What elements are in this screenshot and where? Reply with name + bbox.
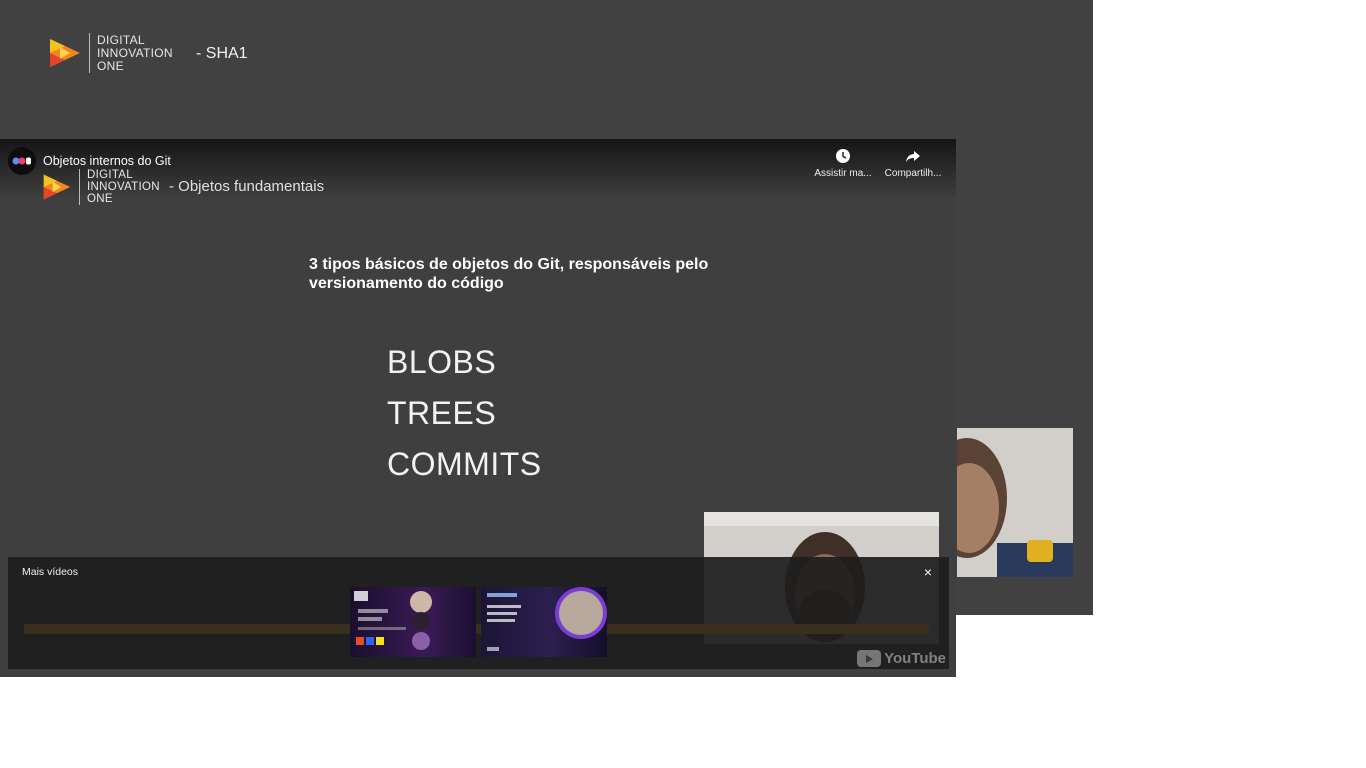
- share-button[interactable]: Compartilh...: [881, 148, 945, 179]
- watch-later-button[interactable]: Assistir ma...: [811, 148, 875, 179]
- suggested-video-thumbnail[interactable]: [481, 587, 607, 657]
- youtube-logo[interactable]: YouTube: [857, 650, 946, 667]
- video-logo-line-digital: DIGITAL: [87, 169, 133, 181]
- play-icon: [857, 650, 882, 667]
- object-blobs: BLOBS: [387, 344, 497, 380]
- slide-subtitle: - SHA1: [196, 45, 248, 62]
- youtube-player[interactable]: Objetos internos do Git Assistir ma... C…: [0, 139, 956, 677]
- more-videos-panel: Mais vídeos ×: [8, 557, 949, 669]
- suggested-video-thumbnail[interactable]: [350, 587, 476, 657]
- object-commits: COMMITS: [387, 446, 542, 482]
- logo-line-innovation: INNOVATION: [97, 45, 173, 60]
- logo-line-one: ONE: [97, 58, 124, 73]
- dio-logo-icon: [50, 39, 80, 67]
- more-videos-label: Mais vídeos: [22, 566, 79, 578]
- channel-logo-icon: [12, 157, 31, 165]
- video-title-link[interactable]: Objetos internos do Git: [43, 154, 171, 168]
- video-slide-subtitle: - Objetos fundamentais: [169, 178, 325, 195]
- video-dio-logo: DIGITAL INNOVATION ONE: [42, 169, 160, 205]
- logo-line-digital: DIGITAL: [97, 32, 145, 47]
- close-icon[interactable]: ×: [919, 563, 937, 581]
- clock-icon: [836, 149, 850, 163]
- share-icon: [906, 151, 920, 162]
- video-logo-line-innovation: INNOVATION: [87, 181, 160, 193]
- video-logo-line-one: ONE: [87, 193, 113, 205]
- presenter-camera-secondary: [957, 428, 1073, 577]
- video-slide-heading: 3 tipos básicos de objetos do Git, respo…: [309, 256, 709, 292]
- object-trees: TREES: [387, 395, 497, 431]
- share-label: Compartilh...: [884, 168, 942, 179]
- dio-logo-icon: [43, 174, 71, 200]
- git-object-list: BLOBS TREES COMMITS: [387, 337, 542, 490]
- dio-logo: DIGITAL INNOVATION ONE: [48, 33, 173, 73]
- channel-avatar[interactable]: [8, 147, 36, 175]
- youtube-brand-text: YouTube: [884, 650, 946, 667]
- watch-later-label: Assistir ma...: [814, 168, 872, 179]
